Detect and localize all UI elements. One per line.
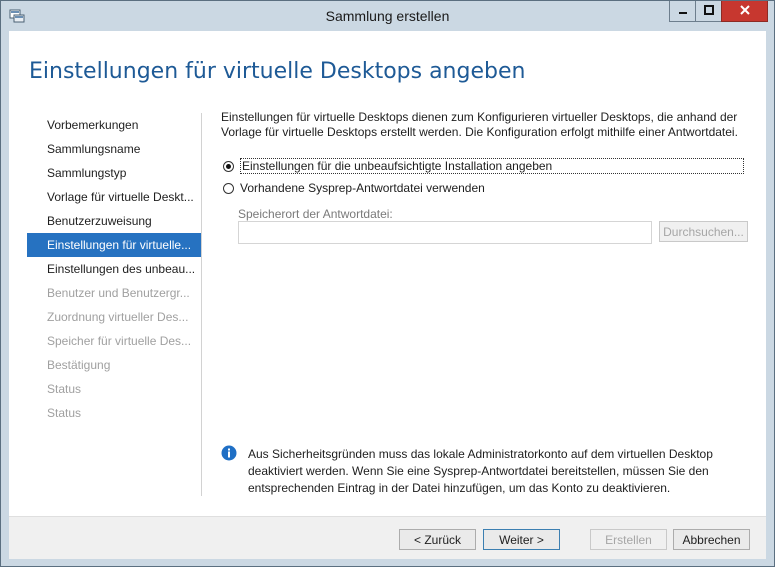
back-button[interactable]: < Zurück: [399, 529, 476, 550]
browse-button[interactable]: Durchsuchen...: [659, 221, 748, 242]
nav-step-status: Status: [47, 382, 82, 396]
nav-step-bestaetigung: Bestätigung: [47, 358, 111, 372]
close-icon: [739, 4, 751, 19]
nav-step-vorbemerkungen[interactable]: Vorbemerkungen: [27, 113, 201, 137]
nav-step-benutzerzuweisung[interactable]: Benutzerzuweisung: [27, 209, 201, 233]
nav-step-status-2: Status: [47, 406, 82, 420]
wizard-steps-nav: Vorbemerkungen Sammlungsname Sammlungsty…: [27, 113, 201, 425]
nav-step-einstellungen-unbeaufsichtigt[interactable]: Einstellungen des unbeau...: [27, 257, 201, 281]
wizard-footer: < Zurück Weiter > Erstellen Abbrechen: [9, 516, 766, 559]
page-title: Einstellungen für virtuelle Desktops ang…: [29, 59, 526, 84]
radio-sysprep-label[interactable]: Vorhandene Sysprep-Antwortdatei verwende…: [240, 181, 485, 195]
next-button[interactable]: Weiter >: [483, 529, 560, 550]
radio-sysprep-option[interactable]: Vorhandene Sysprep-Antwortdatei verwende…: [223, 181, 485, 195]
radio-selected-dot: [226, 163, 231, 169]
radio-unattended-label[interactable]: Einstellungen für die unbeaufsichtigte I…: [240, 158, 744, 174]
close-button[interactable]: [721, 1, 768, 22]
minimize-button[interactable]: [669, 1, 697, 22]
nav-step-sammlungsname[interactable]: Sammlungsname: [27, 137, 201, 161]
maximize-icon: [704, 4, 714, 18]
nav-step-zuordnung: Zuordnung virtueller Des...: [47, 310, 189, 324]
nav-step-sammlungstyp[interactable]: Sammlungstyp: [27, 161, 201, 185]
minimize-icon: [678, 4, 688, 18]
nav-step-speicher: Speicher für virtuelle Des...: [47, 334, 192, 348]
nav-divider: [201, 113, 202, 496]
wizard-window: Sammlung erstellen Einstellungen für vir…: [0, 0, 775, 567]
nav-step-einstellungen-virtuelle-desktops[interactable]: Einstellungen für virtuelle...: [27, 233, 201, 257]
page-description: Einstellungen für virtuelle Desktops die…: [221, 110, 738, 139]
answer-file-label: Speicherort der Antwortdatei:: [238, 207, 393, 221]
wizard-content: Einstellungen für virtuelle Desktops ang…: [9, 31, 766, 559]
nav-step-benutzer-gruppen: Benutzer und Benutzergr...: [47, 286, 190, 300]
radio-unattended[interactable]: [223, 160, 234, 172]
radio-sysprep[interactable]: [223, 182, 234, 194]
info-icon: [221, 445, 237, 461]
answer-file-input[interactable]: [238, 221, 652, 244]
title-bar[interactable]: Sammlung erstellen: [1, 1, 774, 31]
security-info-text: Aus Sicherheitsgründen muss das lokale A…: [248, 447, 713, 495]
maximize-button[interactable]: [695, 1, 723, 22]
cancel-button[interactable]: Abbrechen: [673, 529, 750, 550]
create-button[interactable]: Erstellen: [590, 529, 667, 550]
nav-step-vorlage[interactable]: Vorlage für virtuelle Deskt...: [27, 185, 201, 209]
radio-unattended-option[interactable]: Einstellungen für die unbeaufsichtigte I…: [223, 158, 744, 174]
window-title: Sammlung erstellen: [325, 8, 450, 24]
